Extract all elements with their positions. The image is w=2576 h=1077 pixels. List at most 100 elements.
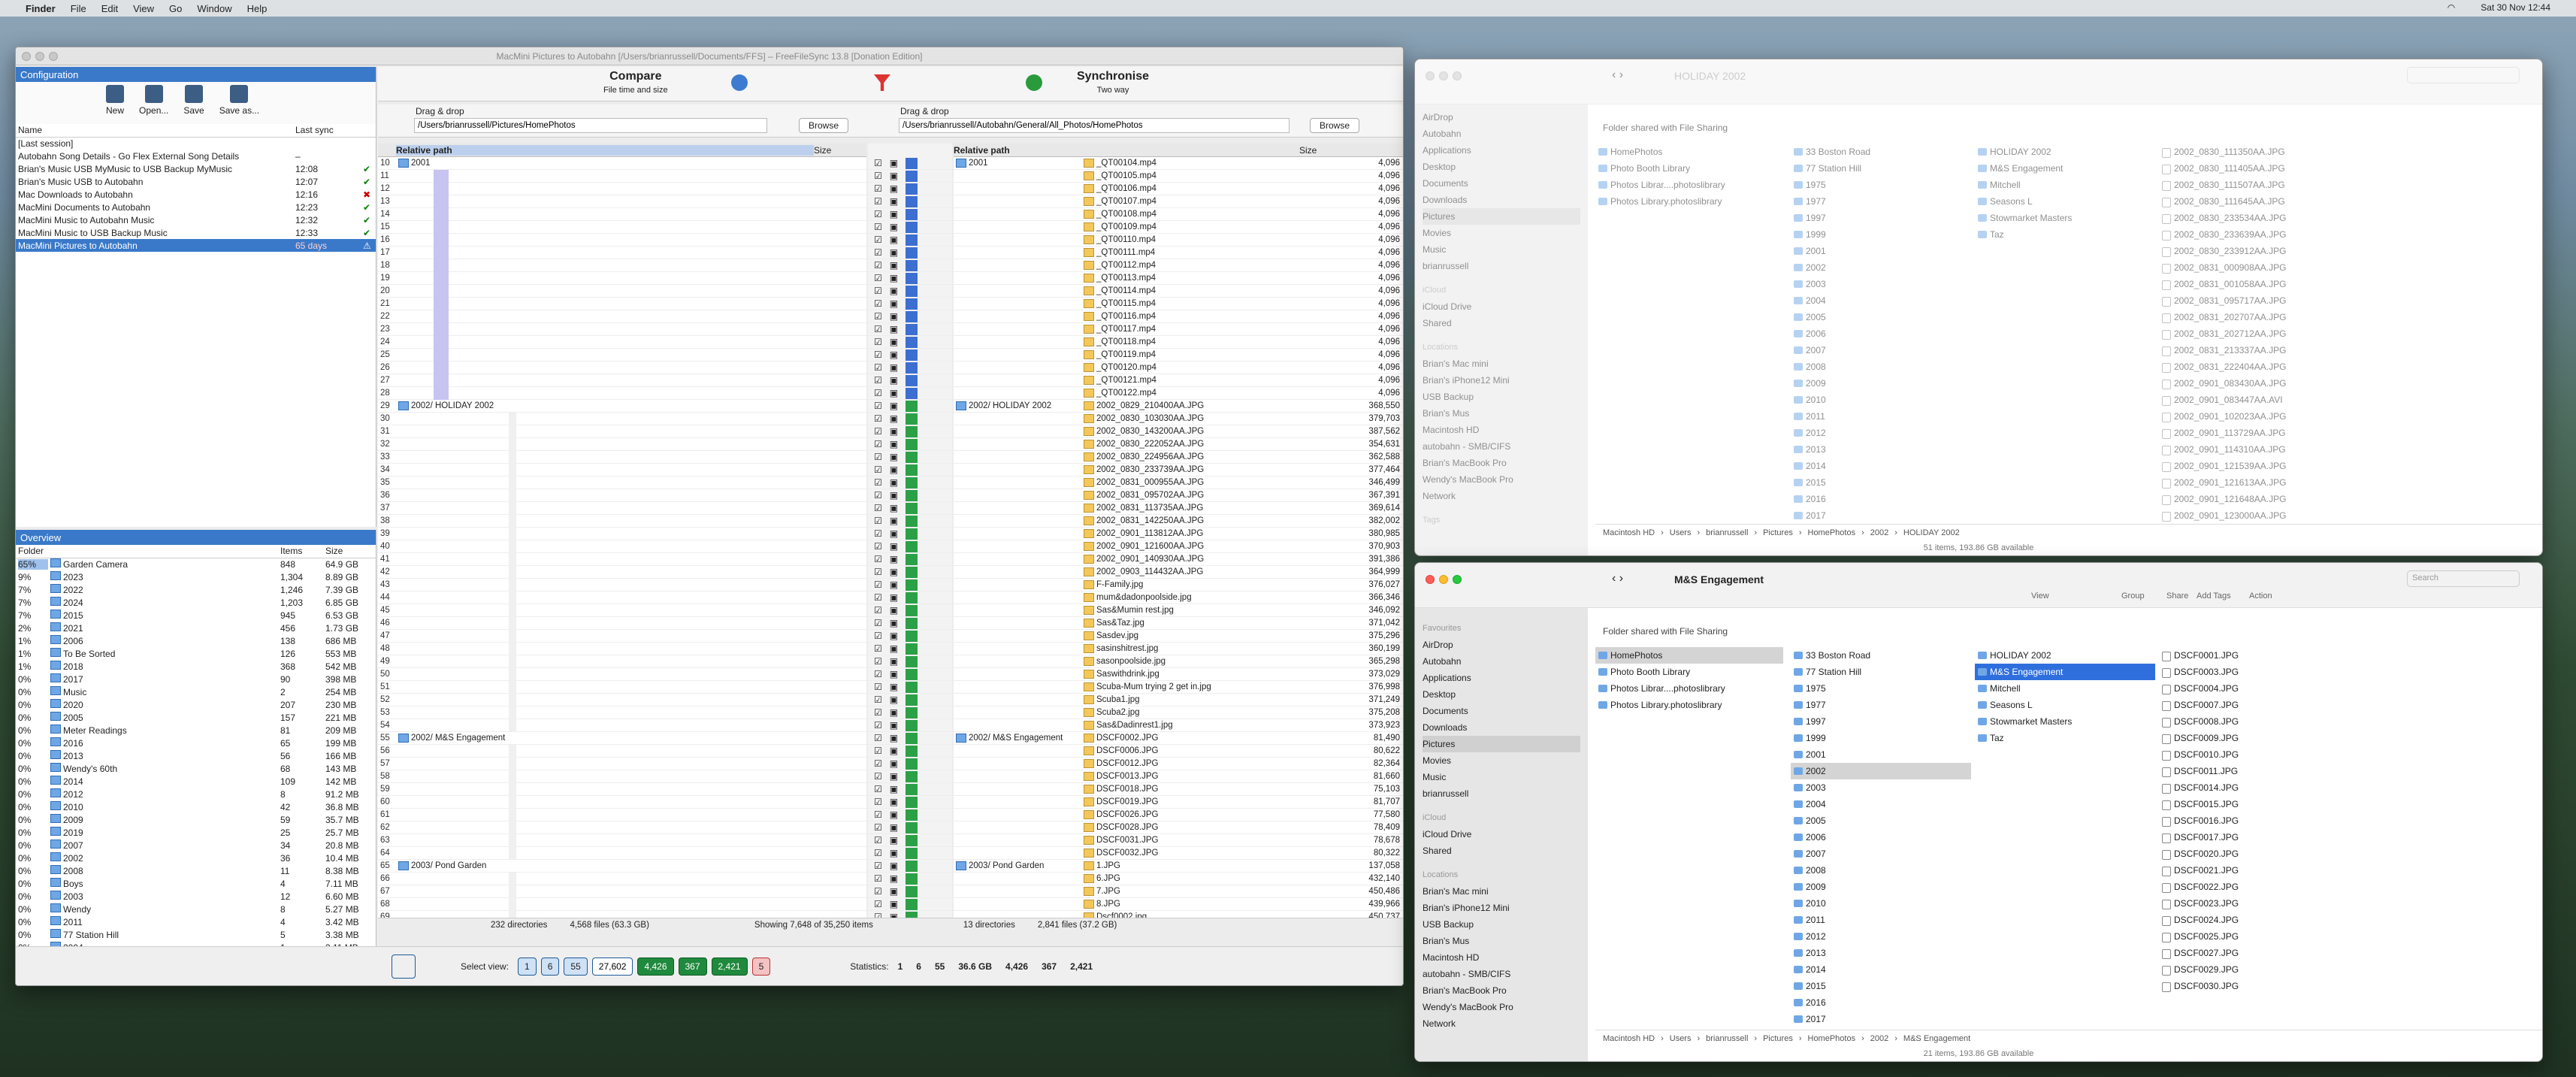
left-browse-button[interactable]: Browse (799, 118, 849, 133)
sidebar-item[interactable]: Brian's MacBook Pro (1423, 982, 1580, 999)
right-grid-row[interactable]: DSCF0019.JPG 81,707 (954, 796, 1403, 809)
menu-edit[interactable]: Edit (101, 3, 118, 14)
finder-column-item[interactable]: 2012 (1791, 928, 1971, 945)
left-grid-row[interactable]: 34 (378, 463, 866, 476)
left-grid-row[interactable]: 47 (378, 629, 866, 643)
left-grid-row[interactable]: 12 (378, 182, 866, 195)
include-checkbox[interactable]: ☑ (874, 567, 882, 577)
right-grid-row[interactable]: _QT00108.mp4 4,096 (954, 208, 1403, 221)
include-checkbox[interactable]: ☑ (874, 797, 882, 807)
include-checkbox[interactable]: ☑ (874, 260, 882, 271)
right-col-size[interactable]: Size (1299, 145, 1403, 156)
path-segment[interactable]: Macintosh HD (1603, 528, 1655, 537)
sync-action-icon[interactable] (906, 783, 918, 795)
overview-row[interactable]: 1% 2006 138 686 MB (16, 634, 376, 647)
open-config-button[interactable]: Open... (139, 85, 168, 121)
right-grid-row[interactable]: 6.JPG 432,140 (954, 873, 1403, 885)
left-grid-row[interactable]: 56 (378, 744, 866, 758)
sync-action-icon[interactable] (906, 323, 918, 335)
sidebar-item[interactable]: Brian's MacBook Pro (1423, 455, 1580, 471)
overview-row[interactable]: 2% 2021 456 1.73 GB (16, 622, 376, 634)
path-segment[interactable]: M&S Engagement (1903, 1034, 1970, 1043)
sync-action-icon[interactable] (906, 259, 918, 271)
include-checkbox[interactable]: ☑ (874, 426, 882, 437)
finder-column-item[interactable]: 77 Station Hill (1791, 664, 1971, 680)
finder-column-item[interactable]: 1975 (1791, 177, 1971, 193)
finder-column-item[interactable]: 33 Boston Road (1791, 647, 1971, 664)
sync-action-icon[interactable] (906, 847, 918, 859)
right-grid-row[interactable]: Saswithdrink.jpg 373,029 (954, 668, 1403, 681)
overview-row[interactable]: 1% 2018 368 542 MB (16, 660, 376, 673)
left-grid-row[interactable]: 57 (378, 757, 866, 770)
right-grid-row[interactable]: 2002_0830_222052AA.JPG 354,631 (954, 438, 1403, 451)
finder-column-item[interactable]: 2006 (1791, 325, 1971, 342)
group-button[interactable]: Group (2121, 591, 2145, 601)
finder-column-item[interactable]: DSCF0011.JPG (2159, 763, 2369, 779)
right-grid-row[interactable]: F-Family.jpg 376,027 (954, 579, 1403, 591)
right-grid-row[interactable]: _QT00111.mp4 4,096 (954, 247, 1403, 259)
finder-column-item[interactable]: HOLIDAY 2002 (1975, 144, 2155, 160)
finder-column-item[interactable]: 1999 (1791, 226, 1971, 243)
sidebar-item[interactable]: Downloads (1423, 192, 1580, 208)
finder-column-item[interactable]: 2008 (1791, 862, 1971, 879)
sync-action-icon[interactable] (906, 758, 918, 770)
search-field[interactable]: Search (2407, 570, 2520, 587)
zoom-window-button[interactable] (49, 52, 58, 61)
col-folder[interactable]: Folder (16, 545, 278, 558)
include-checkbox[interactable]: ☑ (874, 733, 882, 743)
finder-column-item[interactable]: 1999 (1791, 730, 1971, 746)
include-checkbox[interactable]: ☑ (874, 337, 882, 347)
left-grid-row[interactable]: 55 2002/ M&S Engagement (378, 732, 866, 745)
include-checkbox[interactable]: ☑ (874, 682, 882, 692)
right-grid-row[interactable]: 2002_0831_000955AA.JPG 346,499 (954, 476, 1403, 489)
config-row[interactable]: MacMini Music to Autobahn Music 12:32 ✔ (16, 213, 376, 226)
finder-column-item[interactable]: M&S Engagement (1975, 160, 2155, 177)
sync-settings-icon[interactable] (1026, 74, 1042, 91)
sidebar-item[interactable]: autobahn - SMB/CIFS (1423, 438, 1580, 455)
finder-column-item[interactable]: 2002_0831_213337AA.JPG (2159, 342, 2369, 358)
left-grid-row[interactable]: 36 (378, 489, 866, 502)
include-checkbox[interactable]: ☑ (874, 234, 882, 245)
overview-row[interactable]: 0% 2010 42 36.8 MB (16, 800, 376, 813)
overview-row[interactable]: 0% 2019 25 25.7 MB (16, 826, 376, 839)
view-create-right-button[interactable]: 4,426 (637, 957, 674, 976)
finder-column-item[interactable]: 2002_0831_202707AA.JPG (2159, 309, 2369, 325)
include-checkbox[interactable]: ☑ (874, 631, 882, 641)
path-segment[interactable]: Users (1670, 528, 1692, 537)
sidebar-item[interactable]: Brian's Mus (1423, 933, 1580, 949)
finder-column-item[interactable]: Mitchell (1975, 680, 2155, 697)
overview-row[interactable]: 7% 2022 1,246 7.39 GB (16, 583, 376, 596)
finder-column-item[interactable]: 2002_0831_001058AA.JPG (2159, 276, 2369, 292)
config-row[interactable]: Autobahn Song Details - Go Flex External… (16, 150, 376, 162)
right-grid-row[interactable]: DSCF0006.JPG 80,622 (954, 745, 1403, 758)
include-checkbox[interactable]: ☑ (874, 413, 882, 424)
action-button[interactable]: Action (2249, 591, 2272, 601)
overview-row[interactable]: 0% 2013 56 166 MB (16, 749, 376, 762)
include-checkbox[interactable]: ☑ (874, 222, 882, 232)
config-row-selected[interactable]: MacMini Pictures to Autobahn 65 days ⚠ (16, 239, 376, 252)
include-checkbox[interactable]: ☑ (874, 707, 882, 718)
overview-row[interactable]: 1% To Be Sorted 126 553 MB (16, 647, 376, 660)
sidebar-item[interactable]: USB Backup (1423, 916, 1580, 933)
right-grid-row[interactable]: Sas&Dadinrest1.jpg 373,923 (954, 719, 1403, 732)
right-grid-row[interactable]: Sas&Mumin rest.jpg 346,092 (954, 604, 1403, 617)
sync-action-icon[interactable] (906, 643, 918, 655)
minimize-window-button[interactable] (1439, 71, 1448, 80)
right-grid-row[interactable]: 2002_0831_095702AA.JPG 367,391 (954, 489, 1403, 502)
finder-column-item[interactable]: Mitchell (1975, 177, 2155, 193)
finder-column-item[interactable]: 2017 (1791, 507, 1971, 524)
right-grid-row[interactable]: _QT00121.mp4 4,096 (954, 374, 1403, 387)
col-name[interactable]: Name (16, 124, 293, 137)
right-grid-row[interactable]: Scuba-Mum trying 2 get in.jpg 376,998 (954, 681, 1403, 694)
left-grid-row[interactable]: 35 (378, 476, 866, 489)
right-grid-row[interactable]: 2002_0831_113735AA.JPG 369,614 (954, 502, 1403, 515)
overview-row[interactable]: 0% Wendy's 60th 68 143 MB (16, 762, 376, 775)
sync-action-icon[interactable] (906, 694, 918, 706)
left-grid-row[interactable]: 28 (378, 386, 866, 400)
sidebar-item[interactable]: USB Backup (1423, 389, 1580, 405)
view-left-newer-button[interactable]: 6 (540, 957, 560, 976)
left-grid-row[interactable]: 62 (378, 821, 866, 834)
sidebar-item[interactable]: Brian's iPhone12 Mini (1423, 372, 1580, 389)
finder-column-item[interactable]: Seasons L (1975, 193, 2155, 210)
path-segment[interactable]: Pictures (1763, 1034, 1793, 1043)
